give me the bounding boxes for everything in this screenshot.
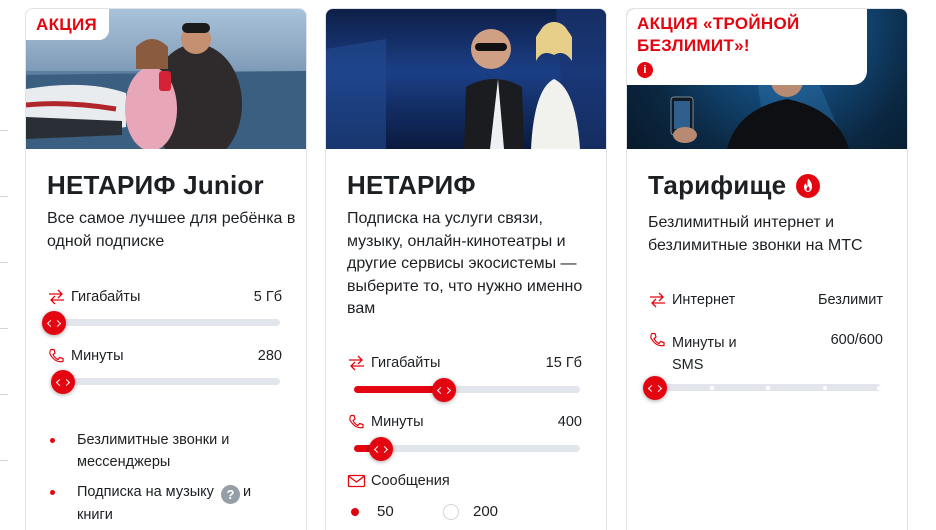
data-exchange-icon (650, 292, 665, 308)
slider-step-dot (709, 385, 714, 390)
phone-icon (49, 348, 64, 363)
radio-selected[interactable] (347, 504, 363, 520)
gigabytes-slider[interactable] (354, 378, 580, 402)
minutes-sms-slider[interactable] (643, 376, 881, 400)
internet-label: Интернет (672, 292, 736, 308)
minutes-sms-label: Минуты и SMS (672, 332, 737, 376)
minutes-slider[interactable] (51, 370, 280, 394)
label-line: SMS (672, 357, 704, 373)
option-label: 50 (377, 503, 394, 520)
slider-step-dot (766, 385, 770, 390)
help-icon[interactable]: ? (220, 485, 240, 504)
feature-text: Подписка на музыку (77, 484, 214, 500)
feature-item: Подписка на музыку ? и книги (50, 481, 290, 526)
promo-photo: АКЦИЯ (26, 9, 306, 149)
badge-line: БЕЗЛИМИТ»! (637, 36, 750, 55)
internet-value: Безлимит (817, 292, 883, 308)
internet-row: Интернет Безлимит (648, 292, 883, 308)
promo-badge: АКЦИЯ (26, 9, 110, 40)
gigabytes-label: Гигабайты (71, 289, 141, 305)
messages-label: Сообщения (371, 473, 450, 489)
minutes-label: Минуты (371, 414, 424, 430)
promo-badge: АКЦИЯ «ТРОЙНОЙ БЕЗЛИМИТ»! i (627, 9, 867, 85)
tariff-description: Подписка на услуги связи, музыку, онлайн… (347, 210, 583, 317)
feature-list: Безлимитные звонки и мессенджеры Подписк… (50, 429, 290, 530)
tariff-description: Безлимитный интернет и безлимитные звонк… (648, 214, 863, 254)
feature-item: Безлимитные звонки и мессенджеры (50, 429, 290, 473)
gigabytes-label: Гигабайты (371, 355, 441, 371)
info-icon[interactable]: i (637, 62, 653, 78)
phone-icon (349, 414, 364, 429)
tariff-card-netarif-junior[interactable]: АКЦИЯ НЕТАРИФ Junior Все самое лучшее дл… (25, 8, 307, 530)
gigabytes-slider-handle[interactable] (42, 311, 66, 335)
minutes-value: 280 (257, 348, 282, 364)
tariff-description: Все самое лучшее для ребёнка в одной под… (47, 210, 296, 250)
gigabytes-slider-handle[interactable] (432, 378, 457, 402)
minutes-row: Минуты 280 (47, 348, 282, 364)
gigabytes-row: Гигабайты 5 Гб (47, 289, 282, 305)
messages-option-50[interactable]: 50 (347, 503, 443, 520)
tariff-title: НЕТАРИФ (347, 170, 476, 200)
minutes-row: Минуты 400 (347, 414, 582, 430)
messages-option-200[interactable]: 200 (443, 503, 539, 520)
label-line: Минуты и (672, 335, 737, 351)
minutes-slider[interactable] (354, 437, 580, 461)
feature-text: и (242, 484, 252, 500)
tariff-title: НЕТАРИФ Junior (47, 170, 264, 200)
messages-row: Сообщения (347, 473, 582, 489)
minutes-label: Минуты (71, 348, 124, 364)
envelope-icon (347, 474, 366, 488)
left-edge-marks (0, 0, 10, 530)
data-exchange-icon (49, 289, 64, 305)
minutes-value: 400 (557, 414, 582, 430)
minutes-sms-slider-handle[interactable] (643, 376, 667, 400)
gigabytes-slider[interactable] (42, 311, 280, 335)
option-label: 200 (473, 503, 499, 520)
messages-options: 50 200 (347, 503, 539, 520)
tariff-title: Тарифище (648, 170, 787, 200)
promo-photo: АКЦИЯ «ТРОЙНОЙ БЕЗЛИМИТ»! i (627, 9, 907, 149)
minutes-sms-row: Минуты и SMS 600/600 (648, 332, 883, 376)
minutes-sms-value: 600/600 (830, 332, 883, 348)
radio-unselected[interactable] (443, 503, 459, 520)
tariff-title-row: Тарифище (648, 170, 821, 201)
gigabytes-slider-fill (354, 386, 445, 393)
phone-icon (650, 332, 665, 347)
tariff-card-tarifische[interactable]: АКЦИЯ «ТРОЙНОЙ БЕЗЛИМИТ»! i Тарифище Без… (626, 8, 908, 530)
slider-step-dot (822, 385, 827, 390)
badge-line: АКЦИЯ «ТРОЙНОЙ (637, 14, 800, 33)
tariff-card-netarif[interactable]: НЕТАРИФ Подписка на услуги связи, музыку… (325, 8, 607, 530)
gigabytes-value: 15 Гб (545, 355, 582, 371)
gigabytes-row: Гигабайты 15 Гб (347, 355, 582, 371)
minutes-slider-handle[interactable] (369, 437, 394, 461)
data-exchange-icon (349, 355, 364, 371)
gigabytes-value: 5 Гб (253, 289, 282, 305)
promo-photo (326, 9, 606, 149)
flame-icon (796, 173, 821, 198)
slider-step-dot (876, 385, 881, 390)
couple-portrait-photo (326, 9, 606, 149)
minutes-slider-handle[interactable] (51, 370, 76, 394)
feature-text: книги (77, 507, 113, 523)
